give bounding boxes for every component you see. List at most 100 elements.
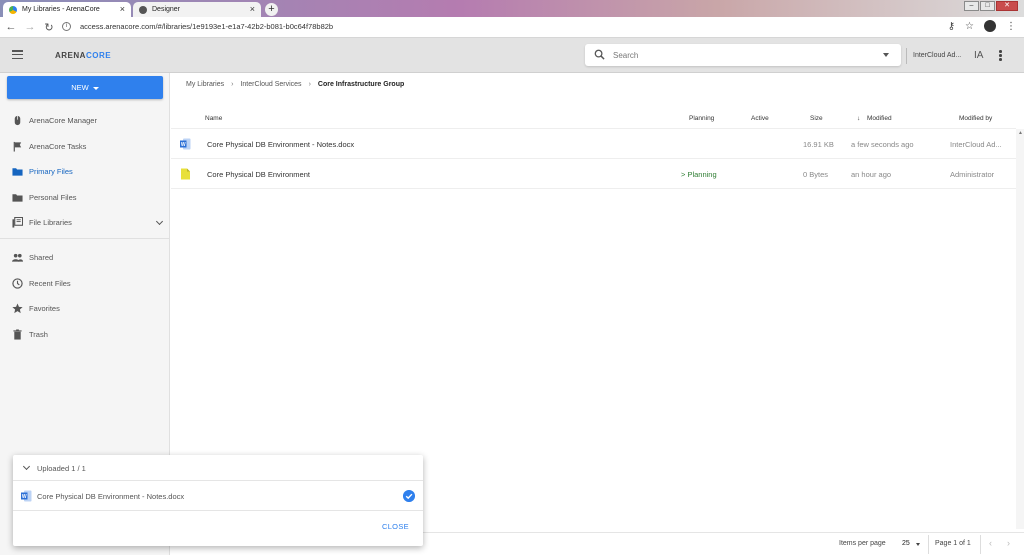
sidebar-item-label: Trash xyxy=(29,329,48,339)
column-header-active[interactable]: Active xyxy=(751,115,769,122)
check-circle-icon xyxy=(403,490,415,502)
sidebar-item-recent-files[interactable]: Recent Files xyxy=(0,272,170,294)
mouse-icon xyxy=(14,115,21,125)
bookmark-star-icon[interactable]: ☆ xyxy=(965,21,974,32)
items-per-page-caret-icon[interactable] xyxy=(916,543,920,546)
planning-cell[interactable]: > Planning xyxy=(681,170,717,179)
upload-panel-header[interactable]: Uploaded 1 / 1 xyxy=(13,455,423,481)
reload-icon[interactable]: ↻ xyxy=(41,21,57,34)
designer-favicon-icon xyxy=(139,5,147,14)
close-tab-icon[interactable]: × xyxy=(250,5,255,14)
user-avatar-initials[interactable]: IA xyxy=(974,50,983,61)
items-per-page-select[interactable]: 25 xyxy=(902,540,910,547)
sort-arrow-down-icon[interactable]: ↓ xyxy=(857,115,860,122)
sidebar-item-label: Personal Files xyxy=(29,192,77,202)
maximize-icon[interactable]: □ xyxy=(980,1,995,11)
library-icon xyxy=(12,216,23,228)
modified-cell: an hour ago xyxy=(851,170,892,179)
hamburger-menu-icon[interactable] xyxy=(12,50,23,60)
sidebar-item-personal-files[interactable]: Personal Files xyxy=(0,186,170,208)
column-header-modified[interactable]: Modified xyxy=(867,115,892,122)
table-row[interactable]: Core Physical DB Environment > Planning … xyxy=(171,159,1016,189)
app-header: ARENACORE InterCloud Ad... IA xyxy=(0,38,1024,73)
divider xyxy=(980,535,981,554)
scroll-up-arrow-icon[interactable]: ▲ xyxy=(1018,130,1023,136)
minimize-icon[interactable]: – xyxy=(964,1,979,11)
sidebar-item-primary-files[interactable]: Primary Files xyxy=(0,160,170,182)
forward-arrow-icon[interactable]: → xyxy=(22,21,38,33)
search-input[interactable] xyxy=(613,48,863,62)
sidebar-item-label: Shared xyxy=(29,252,54,262)
url-text[interactable]: access.arenacore.com/#/libraries/1e9193e… xyxy=(80,22,333,31)
close-button[interactable]: CLOSE xyxy=(382,522,409,531)
column-header-modified-by[interactable]: Modified by xyxy=(959,115,992,122)
sidebar-item-label: Favorites xyxy=(29,303,60,313)
address-bar: ← → ↻ i access.arenacore.com/#/libraries… xyxy=(0,17,1024,38)
site-info-icon[interactable]: i xyxy=(62,22,71,31)
table-row[interactable]: W Core Physical DB Environment - Notes.d… xyxy=(171,129,1016,159)
divider xyxy=(906,48,907,64)
sidebar-item-shared[interactable]: Shared xyxy=(0,246,170,268)
trash-icon xyxy=(13,328,22,340)
chevron-down-icon[interactable] xyxy=(22,462,31,471)
sidebar-item-arenacore-tasks[interactable]: ArenaCore Tasks xyxy=(0,135,170,157)
column-header-planning[interactable]: Planning xyxy=(689,115,714,122)
user-name[interactable]: InterCloud Ad... xyxy=(913,52,961,59)
next-page-icon[interactable]: › xyxy=(1007,538,1010,548)
sidebar-item-arenacore-manager[interactable]: ArenaCore Manager xyxy=(0,109,170,131)
more-options-icon[interactable] xyxy=(999,50,1003,62)
breadcrumb-item[interactable]: InterCloud Services xyxy=(240,81,301,88)
arenacore-favicon-icon xyxy=(9,5,17,14)
uploaded-file-name: Core Physical DB Environment - Notes.doc… xyxy=(37,492,185,501)
tab-title: My Libraries - ArenaCore xyxy=(22,6,100,13)
new-tab-button[interactable]: + xyxy=(265,3,278,16)
arenacore-logo: ARENACORE xyxy=(55,51,112,60)
page-info: Page 1 of 1 xyxy=(935,540,971,547)
browser-tab-strip: My Libraries - ArenaCore × Designer × + … xyxy=(0,0,1024,17)
people-icon xyxy=(12,253,23,262)
window-close-icon[interactable]: ✕ xyxy=(996,1,1018,11)
word-doc-icon: W xyxy=(180,138,191,150)
flag-icon xyxy=(13,141,22,152)
table-header: Name Planning Active Size ↓ Modified Mod… xyxy=(171,109,1016,129)
search-icon xyxy=(594,49,605,60)
star-icon xyxy=(12,302,23,313)
breadcrumb-current: Core Infrastructure Group xyxy=(317,81,405,88)
vertical-scrollbar[interactable]: ▲ xyxy=(1016,129,1024,529)
account-icon[interactable] xyxy=(984,20,996,32)
items-per-page-label: Items per page xyxy=(839,540,886,547)
modified-by-cell: InterCloud Ad... xyxy=(950,140,1002,149)
sidebar-item-favorites[interactable]: Favorites xyxy=(0,297,170,319)
modified-by-cell: Administrator xyxy=(950,170,995,179)
upload-file-row: W Core Physical DB Environment - Notes.d… xyxy=(13,481,423,511)
browser-tab-designer[interactable]: Designer × xyxy=(133,2,261,17)
window-controls: – □ ✕ xyxy=(964,1,1018,11)
divider xyxy=(928,535,929,554)
key-icon[interactable]: ⚷ xyxy=(948,21,955,32)
sidebar-item-file-libraries[interactable]: File Libraries xyxy=(0,211,170,233)
search-box xyxy=(585,44,901,66)
column-header-size[interactable]: Size xyxy=(810,115,823,122)
sidebar-item-label: File Libraries xyxy=(29,217,72,227)
sidebar-item-trash[interactable]: Trash xyxy=(0,323,170,345)
column-header-name[interactable]: Name xyxy=(205,115,222,122)
modified-cell: a few seconds ago xyxy=(851,140,914,149)
back-arrow-icon[interactable]: ← xyxy=(3,21,19,33)
word-doc-icon: W xyxy=(21,490,32,502)
file-name[interactable]: Core Physical DB Environment - Notes.doc… xyxy=(207,140,354,149)
browser-tab-my-libraries[interactable]: My Libraries - ArenaCore × xyxy=(3,2,131,17)
previous-page-icon[interactable]: ‹ xyxy=(989,538,992,548)
file-name[interactable]: Core Physical DB Environment xyxy=(207,170,310,179)
breadcrumb-item[interactable]: My Libraries xyxy=(186,81,224,88)
close-tab-icon[interactable]: × xyxy=(120,5,125,14)
folder-icon xyxy=(12,193,23,202)
search-options-caret-icon[interactable] xyxy=(883,53,889,57)
browser-menu-icon[interactable]: ⋮ xyxy=(1006,21,1016,32)
chevron-down-icon[interactable] xyxy=(155,217,164,226)
new-button[interactable]: NEW xyxy=(7,76,163,99)
divider xyxy=(0,238,170,239)
sidebar-item-label: ArenaCore Tasks xyxy=(29,141,87,151)
yellow-doc-icon xyxy=(181,168,190,180)
breadcrumb-separator-icon: › xyxy=(231,81,234,88)
upload-panel: Uploaded 1 / 1 W Core Physical DB Enviro… xyxy=(13,455,423,546)
